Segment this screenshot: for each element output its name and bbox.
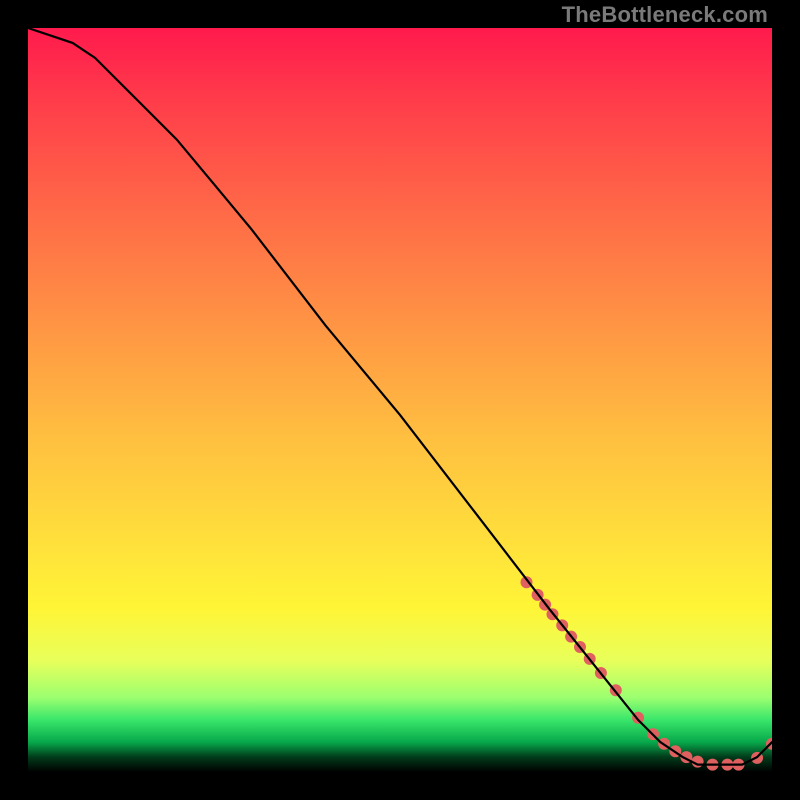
marker-layer xyxy=(521,576,773,770)
chart-stage: TheBottleneck.com xyxy=(0,0,800,800)
watermark-label: TheBottleneck.com xyxy=(562,4,768,26)
chart-svg xyxy=(28,28,772,772)
plot-area xyxy=(28,28,772,772)
curve-line xyxy=(28,28,772,765)
